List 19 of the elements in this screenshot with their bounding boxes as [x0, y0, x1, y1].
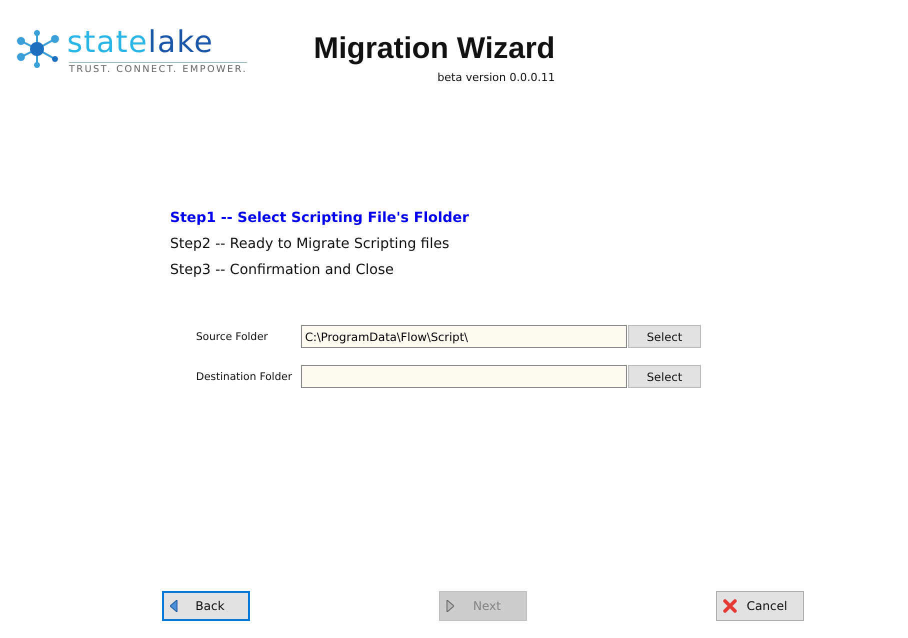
folder-field[interactable]: [301, 365, 627, 388]
wizard-title: Migration Wizard: [314, 32, 555, 66]
back-button[interactable]: Back: [162, 591, 250, 621]
brand-name-end: lake: [148, 28, 214, 58]
step-label: Step3 -- Confirmation and Close: [170, 261, 395, 280]
folder-field[interactable]: C:\ProgramData\Flow\Script\: [301, 325, 627, 348]
field-label: Destination Folder: [196, 370, 294, 382]
step-label: Step1 -- Select Scripting File's Flolder: [170, 209, 470, 228]
step-label: Step2 -- Ready to Migrate Scripting files: [170, 235, 450, 254]
left-triangle-icon: [170, 600, 178, 612]
select-button[interactable]: Select: [628, 365, 701, 388]
brand-name-start: state: [67, 28, 148, 58]
field-label: Source Folder: [196, 330, 269, 342]
tagline: TRUST. CONNECT. EMPOWER.: [69, 62, 248, 75]
right-triangle-icon: [446, 600, 454, 612]
select-button[interactable]: Select: [628, 325, 701, 348]
version-text: beta version 0.0.0.11: [437, 71, 555, 84]
cancel-button[interactable]: Cancel: [716, 591, 804, 621]
close-icon: [723, 599, 737, 613]
